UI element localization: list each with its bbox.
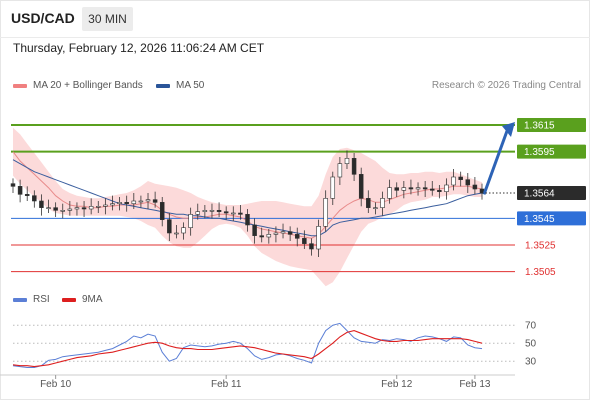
candle-body [216,210,222,212]
candle-body [330,176,336,199]
rsi-tick-30: 30 [525,357,537,368]
candle-body [181,227,186,234]
candle-body [266,234,272,238]
rsi-tick-50: 50 [525,339,537,350]
candle-body [387,187,392,199]
candle-body [138,200,144,203]
candle-body [24,194,30,196]
price-chart: 1.3615 1.3595 1.3545 1.3525 1.3505 1.3564 70 5… [0,118,586,390]
candle-body [458,176,463,180]
x-tick-label: Feb 10 [40,379,72,390]
candle-body [103,204,108,207]
candle-body [53,207,58,211]
x-tick-label: Feb 11 [211,379,242,390]
candle-body [280,231,286,234]
candle-body [344,158,350,164]
candle-body [259,235,264,238]
candle-body [223,211,229,214]
candle-body [188,214,193,228]
candle-body [10,183,16,187]
candle-body [323,198,328,227]
candle-body [74,207,80,210]
candle-body [415,187,421,190]
candle-body [159,202,165,220]
candle-body [195,211,201,215]
candle-body [39,200,44,208]
candle-body [287,231,293,235]
level-label-1.3525: 1.3525 [525,241,556,252]
candle-body [46,207,51,209]
candle-body [60,210,65,212]
x-tick-label: Feb 12 [381,379,413,390]
candle-body [145,199,151,202]
candle-body [422,187,428,190]
candle-body [358,174,364,199]
rsi-panel: 70 50 30 [12,321,537,368]
candle-body [380,198,385,208]
candle-body [373,207,378,209]
level-label-1.3505: 1.3505 [525,267,556,278]
candle-body [366,198,371,208]
candle-body [96,206,101,208]
forecast-arrow [482,122,515,195]
candle-body [131,200,137,204]
candle-body [167,219,172,234]
candle-body [394,187,399,191]
candle-body [472,184,478,190]
level-label-1.3595: 1.3595 [524,147,555,158]
candle-body [401,187,407,191]
x-tick-label: Feb 13 [459,379,491,390]
candle-body [124,202,129,204]
candle-body [17,186,23,195]
level-label-1.3615: 1.3615 [524,121,555,132]
x-axis: Feb 10 Feb 11 Feb 12 Feb 13 [0,374,515,390]
current-price-label: 1.3564 [524,189,555,200]
candle-body [465,179,471,186]
candle-body [117,202,122,204]
candle-body [245,214,250,226]
price-labels: 1.3615 1.3595 1.3545 1.3525 1.3505 1.3564 [482,118,586,278]
candle-body [451,176,456,186]
candle-body [202,210,208,212]
candle-body [437,190,442,192]
candle-body [430,188,435,191]
candle-body [337,163,343,178]
candle-body [294,234,300,239]
candle-body [152,199,158,203]
candle-body [309,243,314,250]
candle-body [231,212,236,215]
candle-body [351,158,357,175]
candle-body [316,226,321,250]
candle-body [32,195,37,202]
candle-body [238,212,243,215]
candle-body [174,232,179,235]
level-label-1.3545: 1.3545 [524,214,555,225]
candle-body [88,206,94,210]
candle-body [67,208,73,211]
candle-body [444,184,449,192]
candle-body [252,224,257,236]
rsi-line [12,322,483,368]
candle-body [302,238,307,244]
candle-body [81,207,87,210]
candle-body [408,187,414,190]
rsi-tick-70: 70 [525,321,537,332]
candle-body [110,203,115,206]
candle-body [273,232,279,235]
candle-body [209,210,215,212]
forecast-arrow-shaft [482,130,509,195]
